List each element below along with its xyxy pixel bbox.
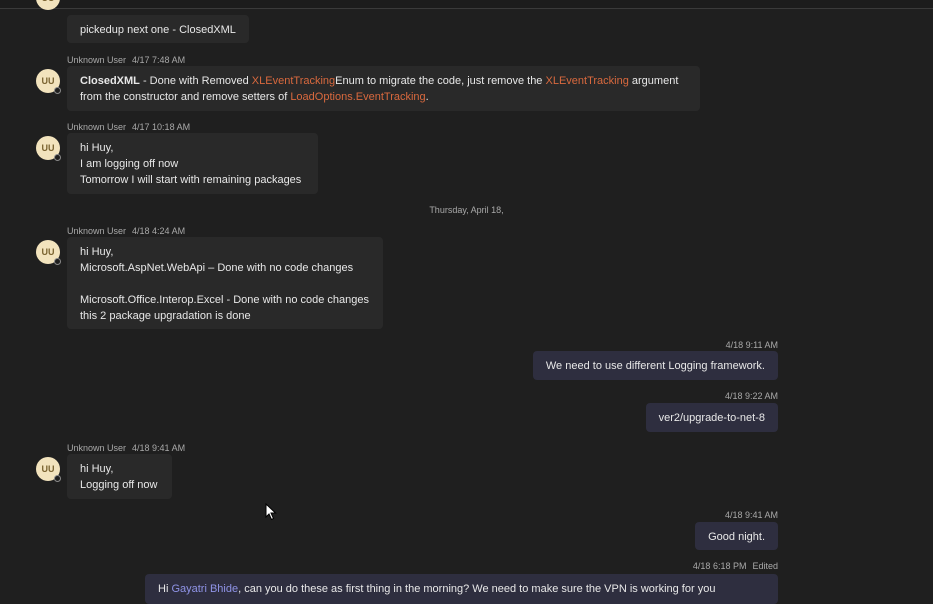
edited-label: Edited [752,561,778,571]
sender-name: Unknown User [67,443,127,453]
message-bubble[interactable]: ClosedXML - Done with Removed XLEventTra… [67,66,700,111]
message-line: Microsoft.AspNet.WebApi – Done with no c… [80,262,354,274]
message-text: pickedup next one - ClosedXML [80,24,236,36]
message-line: hi Huy, [80,142,114,154]
date-separator: Thursday, April 18, [429,205,504,215]
message-text: Good night. [708,531,765,543]
message-line: Hi Gayatri Bhide, can you do these as fi… [158,583,716,595]
message-header: Unknown User 4/18 9:41 AM [67,443,185,453]
message-bubble[interactable]: Good night. [695,522,778,550]
message-time: 4/18 6:18 PM [692,561,747,571]
message-time: 4/17 7:48 AM [132,55,186,65]
avatar[interactable]: UU [36,240,61,265]
message-bubble[interactable]: We need to use different Logging framewo… [532,351,778,380]
sender-name: Unknown User [67,226,127,236]
message-line: from the constructor and remove setters … [80,91,429,103]
message-line: hi Huy, [80,463,114,475]
avatar[interactable]: UU [36,457,61,482]
message-line: Tomorrow I will start with remaining pac… [80,174,302,186]
sender-name: Unknown User [67,55,127,65]
message-time: 4/17 10:18 AM [132,122,191,132]
message-line [80,276,370,292]
message-bubble[interactable]: hi Huy, Microsoft.AspNet.WebApi – Done w… [67,237,383,329]
message-header: Unknown User 4/17 10:18 AM [67,122,190,132]
message-line: Microsoft.Office.Interop.Excel - Done wi… [80,294,369,306]
mouse-cursor-icon [265,503,277,521]
message-bubble[interactable]: hi Huy, Logging off now [67,454,172,499]
message-time: 4/18 9:41 AM [724,510,778,520]
message-time: 4/18 9:11 AM [725,340,778,350]
sender-name: Unknown User [67,122,127,132]
code-link[interactable]: LoadOptions.EventTracking [290,91,425,103]
status-icon [54,258,61,265]
message-line: hi Huy, [80,246,114,258]
avatar[interactable]: UU [36,69,61,94]
message-header: Unknown User 4/17 7:48 AM [67,55,185,65]
message-time: 4/18 9:22 AM [724,391,778,401]
code-link[interactable]: XLEventTracking [252,75,335,87]
message-header: Unknown User 4/18 4:24 AM [67,226,185,236]
message-time: 4/18 4:24 AM [132,226,186,236]
message-line: I am logging off now [80,158,179,170]
message-header: 4/18 6:18 PM Edited [693,561,778,571]
message-text: ver2/upgrade-to-net-8 [658,412,765,424]
status-icon [54,87,61,94]
message-bubble[interactable]: ver2/upgrade-to-net-8 [645,403,778,432]
message-bubble[interactable]: hi Huy, I am logging off now Tomorrow I … [67,133,318,194]
status-icon [54,475,61,482]
status-icon [54,154,61,161]
message-line: ClosedXML - Done with Removed XLEventTra… [80,75,679,87]
message-time: 4/18 9:41 AM [132,443,186,453]
mention-link[interactable]: Gayatri Bhide [171,583,238,595]
message-line: Logging off now [80,479,158,491]
message-bubble[interactable]: pickedup next one - ClosedXML [67,15,249,43]
top-divider [0,0,933,9]
message-line: this 2 package upgradation is done [80,310,251,322]
code-link[interactable]: XLEventTracking [545,75,628,87]
avatar[interactable]: UU [36,136,61,161]
message-text: We need to use different Logging framewo… [545,360,765,372]
message-bubble[interactable]: Hi Gayatri Bhide, can you do these as fi… [145,574,778,604]
